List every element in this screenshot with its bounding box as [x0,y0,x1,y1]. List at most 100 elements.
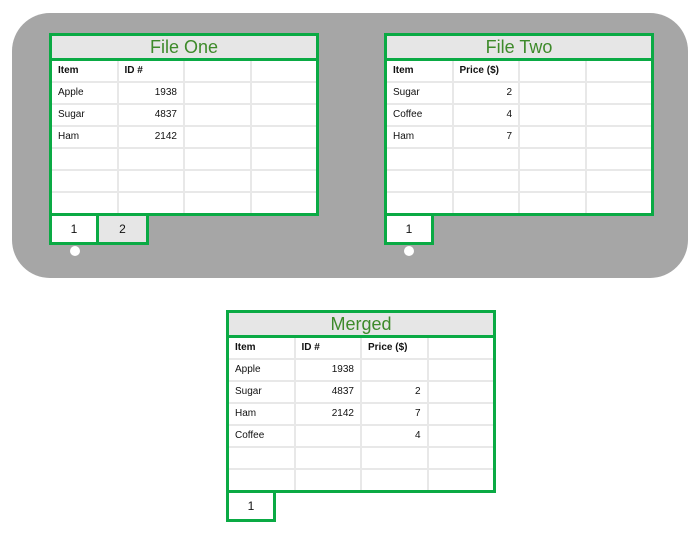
connector-dot [70,246,80,256]
table-cell[interactable] [453,193,518,213]
table-cell[interactable] [251,193,316,213]
table-cell[interactable] [185,149,250,169]
table-cell[interactable] [428,470,493,490]
table-cell[interactable] [520,193,585,213]
table-cell[interactable]: 1938 [118,83,183,103]
table-cell[interactable] [586,83,651,103]
table-cell[interactable]: 4 [453,105,518,125]
table-cell[interactable] [520,171,585,191]
table-cell[interactable] [295,470,360,490]
table-cell[interactable] [520,149,585,169]
table-cell[interactable] [428,382,493,402]
table-cell[interactable] [428,404,493,424]
table-cell[interactable]: Apple [229,360,294,380]
merged-sheet: Merged Item ID # Price ($) Apple 1938 Sugar 48… [226,310,496,522]
column-header[interactable]: Item [52,61,117,81]
table-cell[interactable]: 7 [453,127,518,147]
file-one-sheet: File One Item ID # Apple 1938 Sugar 4837 Ham 21… [49,33,319,245]
table-cell[interactable] [520,127,585,147]
column-header[interactable]: ID # [118,61,183,81]
table-cell[interactable]: 4 [362,426,427,446]
table-cell[interactable] [586,193,651,213]
table-cell[interactable] [118,193,183,213]
table-cell[interactable]: 4837 [295,382,360,402]
sheet-tabs: 1 [226,493,496,522]
table-cell[interactable] [185,83,250,103]
table-cell[interactable] [362,448,427,468]
sheet-grid: Item Price ($) Sugar 2 Coffee 4 Ham 7 [384,61,654,216]
sheet-grid: Item ID # Apple 1938 Sugar 4837 Ham 2142 [49,61,319,216]
table-cell[interactable] [387,149,452,169]
sheet-title: File One [49,33,319,61]
table-cell[interactable] [251,149,316,169]
table-cell[interactable] [453,171,518,191]
column-header[interactable] [586,61,651,81]
column-header[interactable]: Price ($) [362,338,427,358]
table-cell[interactable] [520,83,585,103]
table-cell[interactable]: 2142 [118,127,183,147]
column-header[interactable] [520,61,585,81]
sheet-tab-1[interactable]: 1 [384,216,434,245]
sheet-tab-1[interactable]: 1 [49,216,99,245]
table-cell[interactable] [185,171,250,191]
column-header[interactable]: Item [387,61,452,81]
table-cell[interactable]: Ham [229,404,294,424]
sheet-title: Merged [226,310,496,338]
column-header[interactable] [185,61,250,81]
sheet-grid: Item ID # Price ($) Apple 1938 Sugar 4837 2 Ham 2… [226,338,496,493]
table-cell[interactable] [428,360,493,380]
table-cell[interactable]: 4837 [118,105,183,125]
column-header[interactable]: Item [229,338,294,358]
table-cell[interactable] [185,193,250,213]
table-cell[interactable] [520,105,585,125]
table-cell[interactable] [428,426,493,446]
table-cell[interactable]: 7 [362,404,427,424]
sheet-tabs: 1 [384,216,654,245]
table-cell[interactable] [52,171,117,191]
table-cell[interactable]: Ham [52,127,117,147]
table-cell[interactable] [118,149,183,169]
table-cell[interactable]: Sugar [229,382,294,402]
table-cell[interactable]: 2 [362,382,427,402]
table-cell[interactable]: 1938 [295,360,360,380]
table-cell[interactable] [251,105,316,125]
table-cell[interactable]: Sugar [52,105,117,125]
table-cell[interactable] [586,149,651,169]
table-cell[interactable]: Ham [387,127,452,147]
table-cell[interactable]: 2142 [295,404,360,424]
table-cell[interactable] [229,470,294,490]
table-cell[interactable] [185,127,250,147]
table-cell[interactable] [387,171,452,191]
sheet-tab-2[interactable]: 2 [99,216,149,245]
table-cell[interactable]: 2 [453,83,518,103]
column-header[interactable] [251,61,316,81]
table-cell[interactable]: Sugar [387,83,452,103]
table-cell[interactable] [118,171,183,191]
column-header[interactable]: ID # [295,338,360,358]
table-cell[interactable] [453,149,518,169]
table-cell[interactable] [586,171,651,191]
table-cell[interactable] [251,127,316,147]
table-cell[interactable] [185,105,250,125]
table-cell[interactable] [251,83,316,103]
table-cell[interactable] [362,360,427,380]
table-cell[interactable] [52,149,117,169]
connector-dot [404,246,414,256]
table-cell[interactable]: Apple [52,83,117,103]
table-cell[interactable] [295,448,360,468]
table-cell[interactable] [251,171,316,191]
table-cell[interactable] [229,448,294,468]
table-cell[interactable] [362,470,427,490]
table-cell[interactable]: Coffee [229,426,294,446]
table-cell[interactable] [295,426,360,446]
table-cell[interactable] [387,193,452,213]
table-cell[interactable] [586,105,651,125]
column-header[interactable]: Price ($) [453,61,518,81]
sheet-tab-1[interactable]: 1 [226,493,276,522]
column-header[interactable] [428,338,493,358]
table-cell[interactable]: Coffee [387,105,452,125]
table-cell[interactable] [428,448,493,468]
file-two-sheet: File Two Item Price ($) Sugar 2 Coffee 4 Ham 7 … [384,33,654,245]
table-cell[interactable] [52,193,117,213]
table-cell[interactable] [586,127,651,147]
